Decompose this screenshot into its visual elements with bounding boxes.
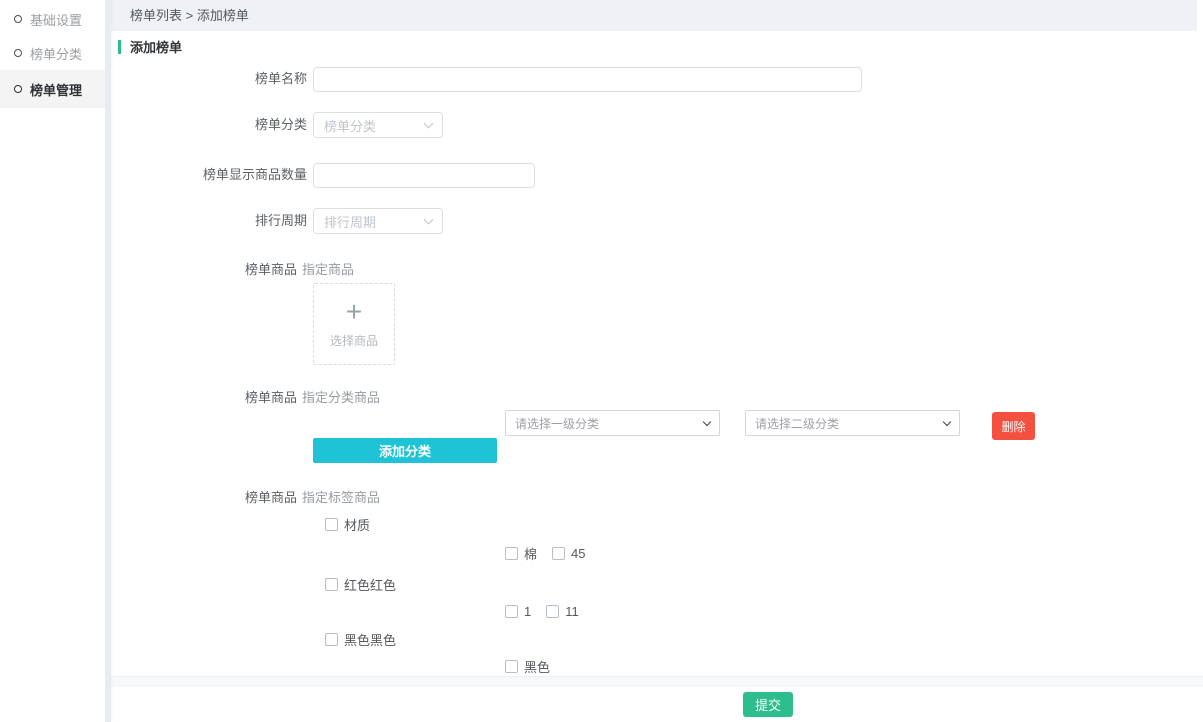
tag-group-row: 黑色黑色 <box>325 632 396 647</box>
checkbox-icon <box>505 547 518 560</box>
tag-group-row: 材质 <box>325 517 370 532</box>
checkbox-label: 红色红色 <box>344 575 396 594</box>
display-count-field-label: 榜单显示商品数量 <box>111 167 307 183</box>
tag-child-checkbox[interactable]: 黑色 <box>505 657 550 676</box>
footer-bar: 提交 <box>111 687 1203 722</box>
sidebar: 基础设置 榜单分类 榜单管理 <box>0 0 105 722</box>
tag-group-row: 红色红色 <box>325 577 396 592</box>
submit-button[interactable]: 提交 <box>743 692 793 717</box>
ranking-category-select[interactable]: 榜单分类 <box>313 112 443 138</box>
select-placeholder: 排行周期 <box>324 212 376 231</box>
sidebar-item-ranking-category[interactable]: 榜单分类 <box>0 36 105 70</box>
sidebar-item-basic-settings[interactable]: 基础设置 <box>0 2 105 36</box>
tag-child-checkbox[interactable]: 棉 <box>505 544 537 563</box>
page-title: 添加榜单 <box>118 37 182 56</box>
checkbox-label: 1 <box>524 604 531 619</box>
tag-group-checkbox-heise[interactable]: 黑色黑色 <box>325 630 396 649</box>
goods-field-sublabel: 指定标签商品 <box>302 490 380 506</box>
tag-child-checkbox[interactable]: 45 <box>552 546 585 561</box>
checkbox-label: 黑色黑色 <box>344 630 396 649</box>
checkbox-icon <box>505 660 518 673</box>
tag-child-checkbox[interactable]: 11 <box>546 604 579 619</box>
select-goods-picker-label: 选择商品 <box>330 332 378 349</box>
main-content: 榜单列表 > 添加榜单 添加榜单 榜单名称 榜单分类 榜单分类 榜单显示商品数量… <box>111 0 1203 722</box>
checkbox-label: 45 <box>571 546 585 561</box>
level2-category-select[interactable]: 请选择二级分类 <box>745 410 960 436</box>
category-goods-label: 榜单商品 指定分类商品 <box>111 390 380 406</box>
select-placeholder: 请选择一级分类 <box>515 415 599 432</box>
checkbox-icon <box>546 605 559 618</box>
breadcrumb: 榜单列表 > 添加榜单 <box>111 0 1197 31</box>
app-window: 基础设置 榜单分类 榜单管理 榜单列表 > 添加榜单 添加榜单 榜单名称 榜单分… <box>0 0 1203 722</box>
chevron-down-icon <box>703 417 711 425</box>
breadcrumb-text: 榜单列表 > 添加榜单 <box>130 8 249 23</box>
goods-field-label: 榜单商品 <box>111 490 297 506</box>
sidebar-item-label: 榜单分类 <box>30 44 82 63</box>
level1-category-select[interactable]: 请选择一级分类 <box>505 410 720 436</box>
checkbox-icon <box>552 547 565 560</box>
checkbox-label: 黑色 <box>524 657 550 676</box>
content-footer-divider <box>111 676 1203 687</box>
checkbox-label: 棉 <box>524 544 537 563</box>
checkbox-label: 材质 <box>344 515 370 534</box>
select-goods-picker[interactable]: + 选择商品 <box>313 283 395 365</box>
circle-icon <box>14 49 22 57</box>
tag-group-checkbox-hongse[interactable]: 红色红色 <box>325 575 396 594</box>
title-accent-bar <box>118 40 121 54</box>
ranking-name-input[interactable] <box>313 67 862 92</box>
checkbox-icon <box>325 633 338 646</box>
sidebar-item-ranking-management[interactable]: 榜单管理 <box>0 70 105 108</box>
checkbox-icon <box>325 578 338 591</box>
checkbox-icon <box>505 605 518 618</box>
sidebar-item-label: 基础设置 <box>30 10 82 29</box>
name-field-label: 榜单名称 <box>111 71 307 87</box>
tag-children-row: 棉 45 <box>505 546 585 561</box>
tag-child-checkbox[interactable]: 1 <box>505 604 531 619</box>
goods-field-sublabel: 指定分类商品 <box>302 390 380 406</box>
sidebar-divider <box>105 0 111 722</box>
tag-children-row: 黑色 <box>505 659 550 674</box>
category-field-label: 榜单分类 <box>111 117 307 133</box>
tag-goods-label: 榜单商品 指定标签商品 <box>111 490 380 506</box>
specified-goods-label: 榜单商品 指定商品 <box>111 262 354 278</box>
select-placeholder: 请选择二级分类 <box>755 415 839 432</box>
period-field-label: 排行周期 <box>111 213 307 229</box>
goods-field-label: 榜单商品 <box>111 262 297 278</box>
display-count-input[interactable] <box>313 163 535 188</box>
chevron-down-icon <box>424 214 434 224</box>
circle-icon <box>14 15 22 23</box>
plus-icon: + <box>346 299 362 325</box>
goods-field-label: 榜单商品 <box>111 390 297 406</box>
sidebar-item-label: 榜单管理 <box>30 80 82 99</box>
circle-icon <box>14 85 22 93</box>
ranking-period-select[interactable]: 排行周期 <box>313 208 443 234</box>
add-category-button[interactable]: 添加分类 <box>313 438 497 463</box>
page-title-text: 添加榜单 <box>130 37 182 56</box>
goods-field-sublabel: 指定商品 <box>302 262 354 278</box>
select-placeholder: 榜单分类 <box>324 116 376 135</box>
tag-group-checkbox-caizhi[interactable]: 材质 <box>325 515 370 534</box>
tag-children-row: 1 11 <box>505 604 579 619</box>
chevron-down-icon <box>943 417 951 425</box>
checkbox-icon <box>325 518 338 531</box>
chevron-down-icon <box>424 118 434 128</box>
checkbox-label: 11 <box>565 604 579 619</box>
delete-category-row-button[interactable]: 删除 <box>992 412 1035 440</box>
